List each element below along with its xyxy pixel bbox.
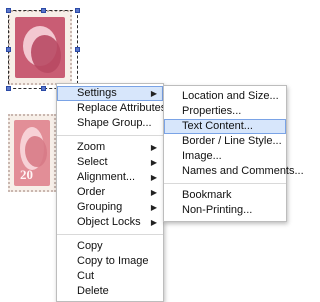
submenu-item-label: Image... (182, 150, 222, 162)
menu-item-label: Grouping (77, 201, 123, 213)
menu-item-label: Replace Attributes... (77, 102, 176, 114)
submenu-arrow-icon: ▶ (150, 143, 157, 152)
submenu-item-names-and-comments[interactable]: Names and Comments... (164, 164, 304, 179)
submenu-item-properties[interactable]: Properties... (164, 104, 286, 119)
menu-item-label: Copy (77, 240, 103, 252)
menu-separator (57, 135, 163, 136)
resize-handle-top-right[interactable] (75, 8, 80, 13)
submenu-arrow-icon: ▶ (150, 203, 157, 212)
submenu-arrow-icon: ▶ (150, 173, 157, 182)
menu-item-copy[interactable]: Copy (57, 239, 163, 254)
submenu-item-location-and-size[interactable]: Location and Size... (164, 89, 286, 104)
menu-item-label: Delete (77, 285, 109, 297)
menu-item-label: Object Locks (77, 216, 141, 228)
menu-item-label: Copy to Image (77, 255, 149, 267)
menu-separator (164, 183, 286, 184)
menu-item-copy-to-image[interactable]: Copy to Image (57, 254, 163, 269)
menu-item-replace-attributes[interactable]: Replace Attributes... (57, 101, 175, 116)
selection-box[interactable] (6, 8, 80, 91)
menu-item-grouping[interactable]: Grouping ▶ (57, 200, 163, 215)
context-menu: Settings ▶ Replace Attributes... Shape G… (56, 83, 175, 302)
submenu-item-label: Bookmark (182, 189, 232, 201)
menu-item-delete[interactable]: Delete (57, 284, 163, 299)
submenu-arrow-icon: ▶ (150, 218, 157, 227)
submenu-item-text-content[interactable]: Text Content... (164, 119, 286, 134)
stamp-image-2[interactable]: 20 (8, 114, 56, 192)
menu-item-zoom[interactable]: Zoom ▶ (57, 140, 163, 155)
menu-item-alignment[interactable]: Alignment... ▶ (57, 170, 163, 185)
resize-handle-bottom[interactable] (41, 86, 46, 91)
submenu-item-label: Location and Size... (182, 90, 279, 102)
menu-item-settings[interactable]: Settings ▶ (57, 86, 163, 101)
submenu-item-label: Names and Comments... (182, 165, 304, 177)
settings-submenu: Location and Size... Properties... Text … (163, 85, 304, 222)
menu-separator (57, 234, 163, 235)
submenu-arrow-icon: ▶ (150, 158, 157, 167)
submenu-item-image[interactable]: Image... (164, 149, 286, 164)
submenu-item-bookmark[interactable]: Bookmark (164, 188, 286, 203)
submenu-arrow-icon: ▶ (150, 89, 157, 98)
menu-item-label: Cut (77, 270, 95, 282)
menu-item-label: Zoom (77, 141, 106, 153)
menu-item-label: Select (77, 156, 108, 168)
resize-handle-bottom-left[interactable] (6, 86, 11, 91)
submenu-item-label: Border / Line Style... (182, 135, 282, 147)
menu-item-label: Alignment... (77, 171, 136, 183)
stamp-body: 20 (14, 120, 50, 186)
resize-handle-top-left[interactable] (6, 8, 11, 13)
stamp-value: 20 (20, 167, 33, 182)
submenu-arrow-icon: ▶ (150, 188, 157, 197)
submenu-item-label: Non-Printing... (182, 204, 253, 216)
submenu-item-label: Text Content... (182, 120, 253, 132)
menu-item-select[interactable]: Select ▶ (57, 155, 163, 170)
submenu-item-label: Properties... (182, 105, 242, 117)
menu-item-label: Order (77, 186, 106, 198)
menu-item-object-locks[interactable]: Object Locks ▶ (57, 215, 163, 230)
menu-item-label: Settings (77, 87, 117, 99)
menu-item-cut[interactable]: Cut (57, 269, 163, 284)
resize-handle-top[interactable] (41, 8, 46, 13)
menu-item-label: Shape Group... (77, 117, 152, 129)
submenu-item-border-line-style[interactable]: Border / Line Style... (164, 134, 286, 149)
resize-handle-left[interactable] (6, 47, 11, 52)
resize-handle-right[interactable] (75, 47, 80, 52)
menu-item-order[interactable]: Order ▶ (57, 185, 163, 200)
portrait-icon (25, 136, 47, 167)
menu-item-shape-group[interactable]: Shape Group... (57, 116, 163, 131)
submenu-item-non-printing[interactable]: Non-Printing... (164, 203, 286, 218)
